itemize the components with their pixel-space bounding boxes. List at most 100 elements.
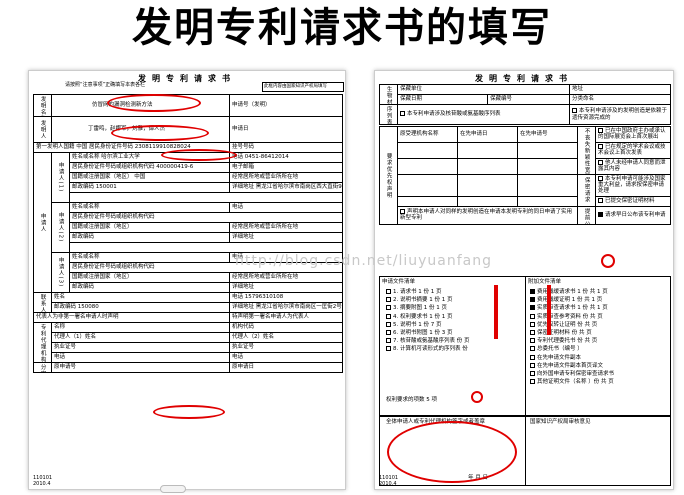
secret-2[interactable]: 已提交保密证明材料: [595, 195, 671, 207]
applicant2-phone[interactable]: 电话: [229, 202, 343, 213]
annotation-bar-attach: [547, 285, 551, 335]
scroll-pill[interactable]: [160, 485, 186, 493]
checkbox-icon[interactable]: [386, 330, 391, 336]
applicant3-postcode[interactable]: 邮政编码: [68, 282, 231, 293]
applicant2-address[interactable]: 详细地址: [229, 232, 343, 243]
applicant-phone[interactable]: 电话 0451-86412014: [229, 152, 343, 163]
simultaneous[interactable]: 声明本申请人对同样的发明创造在申请本发明专利的同日申请了实用新型专利: [397, 205, 578, 225]
attach-item[interactable]: 实质审查请求书 1 份 共 1 页: [530, 304, 670, 312]
applicant2-province[interactable]: 经常居所地或营业所所在地: [229, 222, 343, 233]
doc-item[interactable]: 7. 核苷酸或氨基酸序列表 份 页: [386, 337, 521, 345]
orig-app-date[interactable]: 原申请日: [229, 362, 343, 373]
checkbox-icon[interactable]: [386, 346, 391, 352]
applicant-email[interactable]: 电子邮箱: [229, 162, 343, 173]
first-date: 在先申请日: [457, 126, 518, 143]
seq-checkbox[interactable]: 本专利申请涉及核苷酸或氨基酸序列表: [396, 104, 571, 125]
doc-item[interactable]: 6. 说明书附图 1 份 3 页: [386, 329, 521, 337]
attach-item[interactable]: 实质审查参考资料 份 共 页: [530, 313, 670, 321]
contact-phone[interactable]: 电话 15796310108: [229, 292, 343, 303]
exempt-1[interactable]: 已在中国政府主办或承认的国际展览会上首次展出: [595, 126, 671, 143]
genetic-checkbox[interactable]: 本专利申请涉及的发明创造是依赖于遗传资源完成的: [569, 104, 671, 125]
contact-addr[interactable]: 详细地址 黑龙江省哈尔滨市南岗区一匡街2号: [229, 302, 343, 313]
doc-item[interactable]: 3. 摘要附图 1 份 1 页: [386, 304, 521, 312]
reg-no-label: 挂号号码: [229, 142, 343, 153]
applicant-country[interactable]: 国籍或注册国家（地区） 中国: [68, 172, 231, 183]
early-publish[interactable]: 请求早日公布该专利申请: [595, 205, 671, 225]
doc-item[interactable]: 8. 计算机可读形式的序列表 份: [386, 345, 521, 353]
watermark: http://blog.csdn.net/liuyuanfang: [235, 253, 492, 269]
applicant-code[interactable]: 居民身份证件号码或组织机构代码 400000419-6: [68, 162, 231, 173]
checkbox-icon[interactable]: [530, 313, 535, 319]
applicant-address[interactable]: 详细地址 黑龙江省哈尔滨市南岗区西大直街92号: [229, 182, 343, 193]
checkbox-icon[interactable]: [530, 371, 535, 377]
applicant3-country[interactable]: 国籍或注册国家（地区）: [68, 272, 231, 283]
contact-name[interactable]: 姓名: [50, 292, 231, 303]
keep-date[interactable]: 保藏日期: [397, 94, 488, 105]
doc-item[interactable]: 5. 说明书 1 份 7 页: [386, 321, 521, 329]
attach-item[interactable]: 费用减缓请求书 1 份 共 1 页: [530, 288, 670, 296]
applicant2-country[interactable]: 国籍或注册国家（地区）: [68, 222, 231, 233]
keep-no[interactable]: 保藏编号: [486, 94, 571, 105]
applicant2-postcode[interactable]: 邮政编码: [68, 232, 231, 243]
attach-item[interactable]: 优先权转让证明 份 共 页: [530, 321, 670, 329]
checkbox-icon[interactable]: [386, 297, 391, 303]
checkbox-icon[interactable]: [530, 379, 535, 385]
checkbox-icon[interactable]: [530, 362, 535, 368]
applicant2-name[interactable]: 姓名或名称: [68, 202, 231, 213]
attach-item[interactable]: 专利代理委托书 份 共 页: [530, 337, 670, 345]
attach-item[interactable]: 其他证明文件（名称 ）份 共 页: [530, 378, 670, 386]
seq-check-icon[interactable]: [400, 111, 405, 117]
applicant-postcode[interactable]: 邮政编码 150001: [68, 182, 231, 193]
apply-no-label: 申请号（发明）: [229, 94, 343, 117]
attach-item[interactable]: 向外国申请专利保密审查请求书: [530, 370, 670, 378]
class-name[interactable]: 分类命名: [569, 94, 671, 105]
applicant2-code[interactable]: 居民身份证件号码或组织机构代码: [69, 212, 343, 223]
agency-name[interactable]: 名称: [50, 322, 231, 333]
attach-item[interactable]: 费用减缓证明 1 份 共 1 页: [530, 296, 670, 304]
checkbox-icon[interactable]: [386, 289, 391, 294]
checkbox-icon[interactable]: [530, 346, 535, 352]
applicant3-province[interactable]: 经常居所地或营业所所在地: [229, 272, 343, 283]
checkbox-icon[interactable]: [530, 330, 535, 336]
checkbox-icon[interactable]: [386, 321, 391, 327]
annotation-circle-check: [601, 254, 615, 268]
checkbox-icon[interactable]: [386, 338, 391, 344]
attach-item[interactable]: 总委托书（编号 ）: [530, 345, 670, 353]
agency-code[interactable]: 机构代码: [229, 322, 343, 333]
doc-item[interactable]: 2. 说明书摘要 1 份 1 页: [386, 296, 521, 304]
exempt-3[interactable]: 他人未经申请人同意而泄露其内容: [595, 157, 671, 175]
exempt-2[interactable]: 已在规定的学术会议或技术会议上首次发表: [595, 141, 671, 159]
applicant3-name[interactable]: 姓名或名称: [68, 252, 231, 263]
agent1-name[interactable]: 代理人（1）姓名: [50, 332, 231, 343]
contact-post[interactable]: 邮政编码 150080: [50, 302, 231, 313]
doc-item[interactable]: 4. 权利要求书 1 份 1 页: [386, 313, 521, 321]
checkbox-icon[interactable]: [530, 338, 535, 344]
agent1-tel[interactable]: 电话: [50, 352, 231, 363]
checkbox-icon[interactable]: [530, 305, 535, 311]
agent2-tel[interactable]: 电话: [229, 352, 343, 363]
representative-decl2[interactable]: 特声明第一署名申请人为代表人: [229, 312, 343, 323]
early-publish-check-icon: [598, 211, 603, 217]
applicant-province[interactable]: 经常居所地或营业所所在地: [229, 172, 343, 183]
early-publish-label: 提前公布: [577, 205, 596, 225]
orig-app-no[interactable]: 原申请号: [50, 362, 231, 373]
keep-addr[interactable]: 地址: [569, 84, 671, 95]
secret-1[interactable]: 本专利申请可能涉及国家重大利益，请求按保密申请处理: [595, 173, 671, 197]
doc-item[interactable]: 1. 请求书 1 份 1 页: [386, 288, 521, 296]
agent1-cert[interactable]: 执业证号: [50, 342, 231, 353]
applicant3-address[interactable]: 详细地址: [229, 282, 343, 293]
checkbox-icon[interactable]: [386, 305, 391, 311]
agent2-name[interactable]: 代理人（2）姓名: [229, 332, 343, 343]
seq-label: 序列表: [379, 104, 398, 125]
attach-item[interactable]: 在先申请文件副本: [530, 354, 670, 362]
checkbox-icon[interactable]: [530, 289, 535, 294]
keep-unit[interactable]: 保藏单位: [396, 84, 571, 95]
checkbox-icon[interactable]: [530, 354, 535, 360]
genetic-check-icon[interactable]: [572, 108, 578, 114]
agent2-cert[interactable]: 执业证号: [229, 342, 343, 353]
checkbox-icon[interactable]: [530, 321, 535, 327]
checkbox-icon[interactable]: [386, 313, 391, 319]
attach-item[interactable]: 在先申请文件副本首页译文: [530, 362, 670, 370]
checkbox-icon[interactable]: [530, 297, 535, 303]
attach-item[interactable]: 保密证明材料 份 共 页: [530, 329, 670, 337]
